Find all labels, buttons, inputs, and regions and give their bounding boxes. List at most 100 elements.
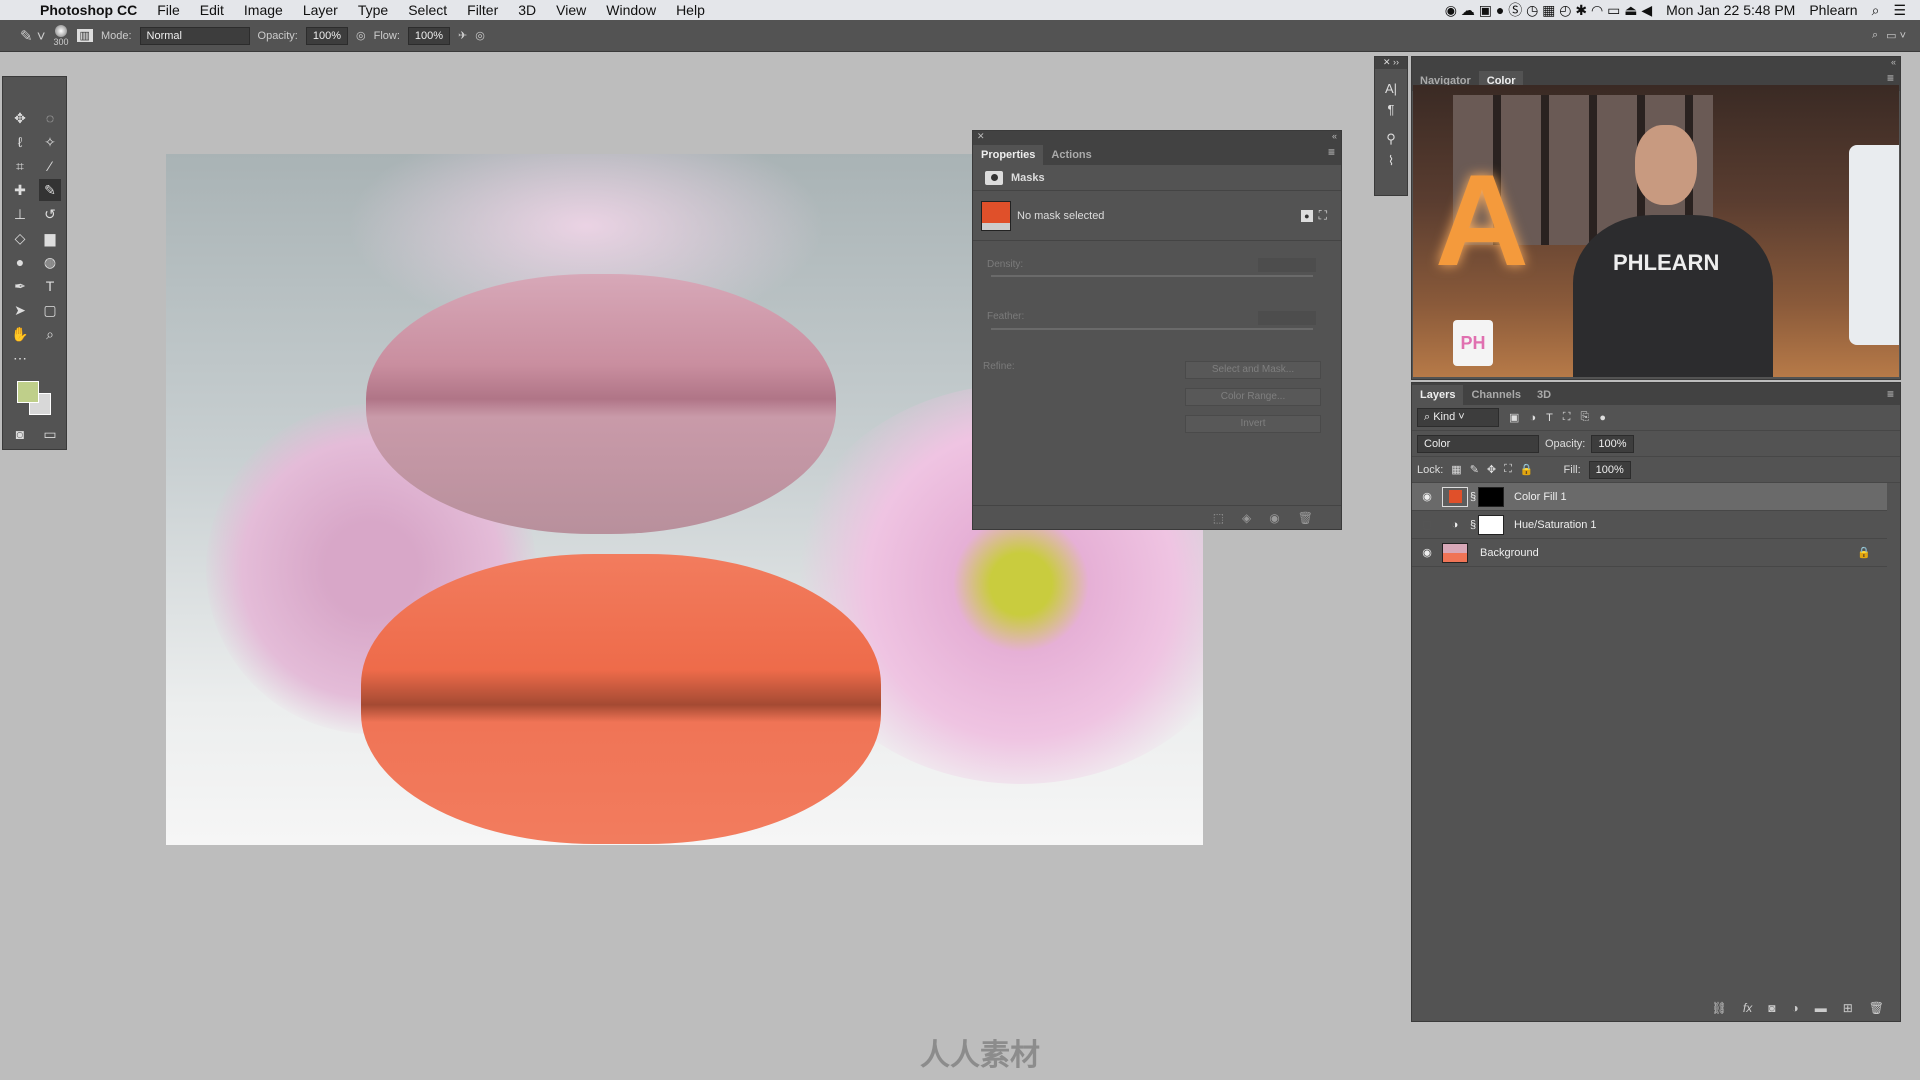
status-icons[interactable]: ◉ ☁ ▣ ● Ⓢ ◷ ▦ ◴ ✱ ◠ ▭ ⏏ ◀ [1445,0,1652,20]
eye-icon[interactable]: ◉ [1412,546,1442,559]
dodge-icon[interactable]: ◍ [39,251,61,273]
delete-icon[interactable]: 🗑 [1298,511,1313,525]
new-layer-icon[interactable]: ⊞ [1843,1001,1853,1015]
close-icon[interactable]: ✕ [977,131,985,141]
brush-tool-icon[interactable]: ✎ ˅ [20,27,46,45]
delete-layer-icon[interactable]: 🗑 [1869,1001,1884,1015]
pressure-size-icon[interactable]: ◎ [475,29,485,42]
blur-icon[interactable]: ● [9,251,31,273]
lock-position-icon[interactable]: ✥ [1487,463,1496,476]
apply-mask-icon[interactable]: ◈ [1242,511,1251,525]
hand-tool-icon[interactable]: ✋ [9,323,31,345]
airbrush-icon[interactable]: ✈ [458,29,467,42]
link-icon[interactable]: § [1468,519,1478,531]
type-tool-icon[interactable]: T [39,275,61,297]
filter-smart-object-icon[interactable]: ⎘ [1581,411,1590,424]
brush-panel-icon[interactable]: ▥ [76,29,93,42]
menu-type[interactable]: Type [348,2,398,18]
healing-icon[interactable]: ✚ [9,179,31,201]
collapse-icon[interactable]: « [1332,131,1341,141]
foreground-color[interactable] [17,381,39,403]
tab-properties[interactable]: Properties [973,145,1044,165]
menu-select[interactable]: Select [398,2,457,18]
lock-pixels-icon[interactable]: ✎ [1470,463,1479,476]
layer-color-fill[interactable]: ◉ § Color Fill 1 [1412,483,1887,511]
crop-tool-icon[interactable]: ⌗ [9,155,31,177]
layer-background[interactable]: ◉ Background 🔒 [1412,539,1887,567]
lock-transparent-icon[interactable]: ▦ [1451,463,1461,476]
filter-type-icon[interactable]: T [1546,412,1553,424]
add-mask-icon[interactable]: ◙ [1768,1001,1775,1015]
character-icon[interactable]: A| [1375,81,1407,96]
feather-slider[interactable] [991,328,1313,330]
lock-artboard-icon[interactable]: ⛶ [1504,463,1512,476]
menu-3d[interactable]: 3D [508,2,546,18]
panel-menu-icon[interactable]: ≡ [1887,387,1894,401]
blend-mode-select[interactable]: Color [1417,434,1539,453]
mode-select[interactable]: Normal [139,26,250,45]
shape-tool-icon[interactable]: ▢ [39,299,61,321]
filter-adjustment-icon[interactable]: ◑ [1529,412,1536,424]
brush-tool-icon[interactable]: ✎ [39,179,61,201]
brush-preset-picker[interactable]: 300 [54,24,69,47]
zoom-tool-icon[interactable]: ⌕ [39,323,61,345]
tab-channels[interactable]: Channels [1463,385,1529,405]
density-field[interactable] [1258,258,1316,272]
user-name[interactable]: Phlearn [1809,2,1857,18]
menu-view[interactable]: View [546,2,596,18]
brush-settings-icon[interactable]: ⌇ [1375,153,1407,169]
screen-mode-icon[interactable]: ▭ [39,423,61,445]
select-and-mask-button[interactable]: Select and Mask... [1185,361,1321,379]
collapse-icon[interactable]: « [1412,57,1900,69]
invert-button[interactable]: Invert [1185,415,1321,433]
opacity-field[interactable]: 100% [305,26,349,45]
eraser-icon[interactable]: ◇ [9,227,31,249]
quick-mask-icon[interactable]: ◙ [9,423,31,445]
tab-actions[interactable]: Actions [1043,145,1099,165]
menu-help[interactable]: Help [666,2,715,18]
link-layers-icon[interactable]: ⛓ [1712,1001,1727,1015]
glyphs-icon[interactable]: ⚲ [1375,131,1407,147]
density-slider[interactable] [991,275,1313,277]
add-pixel-mask-icon[interactable]: ● [1301,209,1313,222]
path-select-icon[interactable]: ➤ [9,299,31,321]
notification-icon[interactable]: ☰ [1893,2,1906,19]
color-range-button[interactable]: Color Range... [1185,388,1321,406]
flow-field[interactable]: 100% [407,26,451,45]
eye-icon[interactable]: ◉ [1412,490,1442,503]
tab-layers[interactable]: Layers [1412,385,1464,405]
spotlight-icon[interactable]: ⌕ [1872,2,1880,19]
tab-3d[interactable]: 3D [1529,385,1559,405]
menu-filter[interactable]: Filter [457,2,508,18]
layer-hue-saturation[interactable]: ▢ ◑ § Hue/Saturation 1 [1412,511,1887,539]
menu-edit[interactable]: Edit [190,2,234,18]
menu-image[interactable]: Image [234,2,293,18]
menu-layer[interactable]: Layer [293,2,348,18]
paragraph-icon[interactable]: ¶ [1375,102,1407,117]
add-vector-mask-icon[interactable]: ⛶ [1319,208,1327,223]
pen-tool-icon[interactable]: ✒ [9,275,31,297]
fill-field[interactable]: 100% [1588,460,1631,479]
stamp-tool-icon[interactable]: ⊥ [9,203,31,225]
layer-opacity-field[interactable]: 100% [1591,434,1634,453]
filter-toggle[interactable]: ● [1599,412,1606,424]
eyedropper-icon[interactable]: ⁄ [39,155,61,177]
search-icon[interactable]: ⌕ [1872,29,1878,42]
panel-menu-icon[interactable]: ≡ [1328,145,1335,159]
visibility-box[interactable]: ▢ [1412,518,1442,531]
new-group-icon[interactable]: ▬ [1815,1001,1827,1015]
fx-icon[interactable]: fx [1743,1001,1752,1015]
lock-all-icon[interactable]: 🔒 [1520,463,1534,476]
menu-file[interactable]: File [147,2,190,18]
new-adjustment-icon[interactable]: ◑ [1791,1001,1798,1015]
close-icon[interactable]: ✕ ›› [1375,57,1407,69]
menu-window[interactable]: Window [596,2,666,18]
magic-wand-icon[interactable]: ✧ [39,131,61,153]
gradient-icon[interactable]: ▆ [39,227,61,249]
panel-menu-icon[interactable]: ≡ [1887,71,1894,85]
visibility-icon[interactable]: ◉ [1269,511,1279,525]
history-brush-icon[interactable]: ↺ [39,203,61,225]
menu-app[interactable]: Photoshop CC [30,2,147,18]
link-icon[interactable]: § [1468,491,1478,503]
workspace-icon[interactable]: ▭ ˅ [1886,29,1920,42]
